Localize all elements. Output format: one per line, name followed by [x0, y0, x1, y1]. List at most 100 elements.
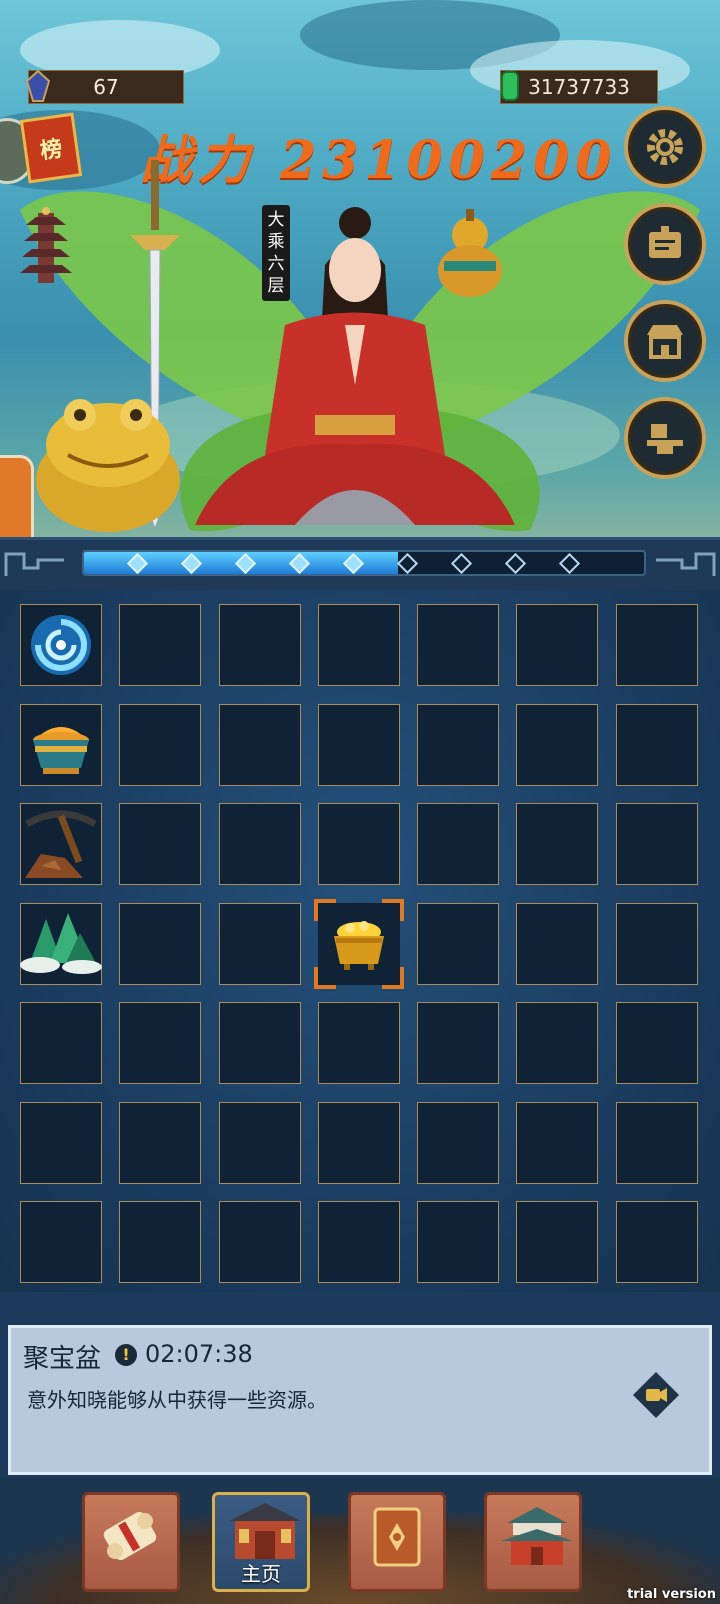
grid-cell[interactable] — [417, 1201, 500, 1283]
jade-count: 31737733 — [528, 75, 630, 99]
blue-crystal-icon — [25, 69, 51, 102]
grid-cell[interactable] — [317, 703, 400, 786]
nav-button[interactable] — [484, 1492, 582, 1592]
grid-cell[interactable] — [218, 604, 301, 686]
selection-corner — [313, 898, 336, 921]
nav-button-label: 主页 — [241, 1562, 281, 1586]
grid-cell[interactable] — [20, 1002, 102, 1084]
gold-pot-icon — [326, 916, 392, 972]
grid-cell[interactable] — [417, 703, 500, 786]
shop-icon — [647, 325, 683, 359]
grid-cell[interactable] — [417, 902, 500, 985]
watermark: trial version — [627, 1587, 716, 1602]
item-timer: 02:07:38 — [145, 1340, 253, 1368]
grid-cell[interactable] — [417, 1002, 500, 1084]
grid-cell[interactable] — [218, 1002, 301, 1084]
grid-cell[interactable] — [516, 803, 599, 885]
settings-button[interactable] — [624, 106, 706, 188]
grid-cell[interactable] — [20, 604, 102, 686]
green-jade-icon — [501, 71, 519, 101]
selection-corner — [381, 966, 404, 989]
forge-anvil-icon — [647, 424, 683, 454]
realm-label: 大乘六层 — [262, 205, 290, 301]
grid-cell[interactable] — [516, 1101, 599, 1184]
cultivator-character — [195, 207, 515, 525]
progress-node — [558, 552, 581, 574]
item-name: 聚宝盆 — [23, 1344, 102, 1374]
grid-cell[interactable] — [516, 1002, 599, 1084]
item-description: 意外知晓能够从中获得一些资源。 — [27, 1388, 327, 1412]
grid-cell[interactable] — [119, 1002, 202, 1084]
grid-cell[interactable] — [20, 1201, 102, 1283]
grid-cell[interactable] — [615, 1201, 698, 1283]
bottom-nav: 主页 trial version — [0, 1478, 720, 1604]
forge-button[interactable] — [624, 397, 706, 479]
shop-button[interactable] — [624, 300, 706, 382]
pagoda-icon[interactable] — [18, 205, 74, 285]
scroll-icon — [95, 1501, 165, 1571]
grid-cell[interactable] — [20, 1101, 102, 1184]
rank-badge[interactable]: 榜 — [19, 112, 83, 184]
grid-cell[interactable] — [119, 703, 202, 786]
pavilion-icon — [497, 1501, 577, 1571]
selection-corner — [381, 898, 404, 921]
nav-button[interactable] — [348, 1492, 446, 1592]
combat-power: 战力 23100200 — [140, 118, 630, 191]
grid-cell[interactable] — [119, 604, 202, 686]
crystal-count: 67 — [93, 75, 119, 99]
merge-board — [0, 590, 720, 1292]
grid-cell[interactable] — [417, 604, 500, 686]
nav-button[interactable] — [82, 1492, 180, 1592]
grid-cell[interactable] — [218, 1201, 301, 1283]
settings-gear-icon — [647, 129, 683, 165]
alert-icon[interactable]: ! — [115, 1344, 137, 1366]
grid-cell[interactable] — [516, 604, 599, 686]
grid-cell[interactable] — [615, 1101, 698, 1184]
grid-cell[interactable] — [20, 902, 102, 985]
watch-video-button[interactable] — [631, 1370, 681, 1420]
book-icon — [361, 1501, 431, 1571]
grid-cell[interactable] — [516, 1201, 599, 1283]
progress-node — [450, 552, 473, 574]
grid-cell[interactable] — [218, 803, 301, 885]
grid-cell[interactable] — [317, 1002, 400, 1084]
grid-cell[interactable] — [119, 902, 202, 985]
selection-corner — [313, 966, 336, 989]
treasure-basin-icon — [25, 710, 97, 780]
cultivation-progress-bar — [82, 550, 646, 576]
jade-mountain-icon — [20, 909, 102, 979]
item-info-panel: 聚宝盆 ! 02:07:38 意外知晓能够从中获得一些资源。 — [8, 1325, 712, 1475]
progress-node — [504, 552, 527, 574]
grid-cell[interactable] — [317, 604, 400, 686]
crystal-counter: 67 — [25, 69, 184, 104]
vortex-icon — [26, 610, 96, 680]
grid-cell[interactable] — [317, 1201, 400, 1283]
grid-cell[interactable] — [20, 803, 102, 885]
grid-cell[interactable] — [615, 703, 698, 786]
grid-cell[interactable] — [317, 1101, 400, 1184]
grid-cell[interactable] — [615, 604, 698, 686]
jade-counter: 31737733 — [500, 70, 658, 104]
grid-cell[interactable] — [417, 803, 500, 885]
grid-cell[interactable] — [218, 703, 301, 786]
grid-cell[interactable] — [119, 1101, 202, 1184]
grid-cell[interactable] — [516, 703, 599, 786]
notice-button[interactable] — [624, 203, 706, 285]
golden-toad-icon — [36, 399, 180, 532]
notice-board-icon — [649, 226, 681, 258]
grid-cell[interactable] — [516, 902, 599, 985]
nav-button[interactable]: 主页 — [212, 1492, 310, 1592]
grid-cell[interactable] — [218, 1101, 301, 1184]
grid-cell[interactable] — [417, 1101, 500, 1184]
grid-cell[interactable] — [119, 1201, 202, 1283]
grid-cell-selected[interactable] — [313, 898, 404, 989]
grid-cell[interactable] — [615, 902, 698, 985]
grid-cell[interactable] — [615, 1002, 698, 1084]
rank-badge-label: 榜 — [38, 136, 64, 165]
grid-cell[interactable] — [20, 703, 102, 786]
grid-cell[interactable] — [218, 902, 301, 985]
grid-cell[interactable] — [317, 803, 400, 885]
grid-cell[interactable] — [615, 803, 698, 885]
pickaxe-ore-icon — [21, 806, 101, 882]
grid-cell[interactable] — [119, 803, 202, 885]
